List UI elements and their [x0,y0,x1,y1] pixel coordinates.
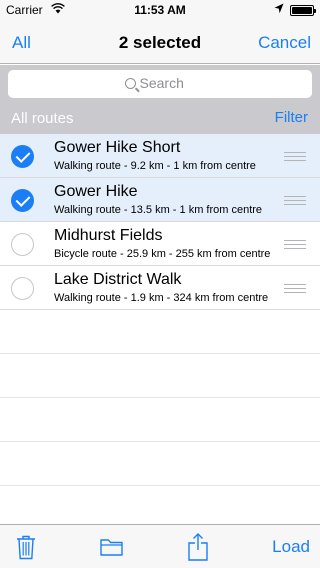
search-icon [124,78,136,89]
route-row[interactable]: Gower Hike Short Walking route - 9.2 km … [0,134,320,178]
section-label: All routes [11,110,74,127]
cancel-button[interactable]: Cancel [258,33,311,53]
route-row[interactable]: Midhurst Fields Bicycle route - 25.9 km … [0,222,320,266]
reorder-handle-icon[interactable] [284,240,306,249]
routes-list: Gower Hike Short Walking route - 9.2 km … [0,134,320,486]
location-arrow-icon [274,3,284,17]
search-bar [0,65,320,103]
reorder-handle-icon[interactable] [284,152,306,161]
selection-checkmark-icon[interactable] [11,189,34,212]
route-title: Gower Hike [54,183,138,200]
route-subtitle: Walking route - 1.9 km - 324 km from cen… [54,292,269,304]
route-row[interactable]: Lake District Walk Walking route - 1.9 k… [0,266,320,310]
selection-circle-icon[interactable] [11,233,34,256]
filter-button[interactable]: Filter [275,109,308,126]
empty-row-divider [0,310,320,354]
share-icon[interactable] [187,533,209,566]
route-title: Gower Hike Short [54,139,181,156]
route-subtitle: Walking route - 9.2 km - 1 km from centr… [54,160,256,172]
empty-row-divider [0,354,320,398]
search-input[interactable] [139,75,196,91]
empty-row-divider [0,398,320,442]
route-title: Lake District Walk [54,271,182,288]
reorder-handle-icon[interactable] [284,284,306,293]
search-field[interactable] [8,70,312,98]
load-button[interactable]: Load [272,537,310,557]
section-header: All routes Filter [0,103,320,134]
status-bar: Carrier 11:53 AM [0,0,320,20]
route-title: Midhurst Fields [54,227,163,244]
navigation-bar: All 2 selected Cancel [0,20,320,64]
route-subtitle: Bicycle route - 25.9 km - 255 km from ce… [54,248,271,260]
status-time: 11:53 AM [134,3,186,17]
trash-icon[interactable] [16,535,36,565]
selection-circle-icon[interactable] [11,277,34,300]
selection-checkmark-icon[interactable] [11,145,34,168]
reorder-handle-icon[interactable] [284,196,306,205]
battery-icon [290,5,316,16]
bottom-toolbar: Load [0,524,320,568]
empty-row-divider [0,442,320,486]
folder-icon[interactable] [100,538,123,561]
route-subtitle: Walking route - 13.5 km - 1 km from cent… [54,204,263,216]
route-row[interactable]: Gower Hike Walking route - 13.5 km - 1 k… [0,178,320,222]
